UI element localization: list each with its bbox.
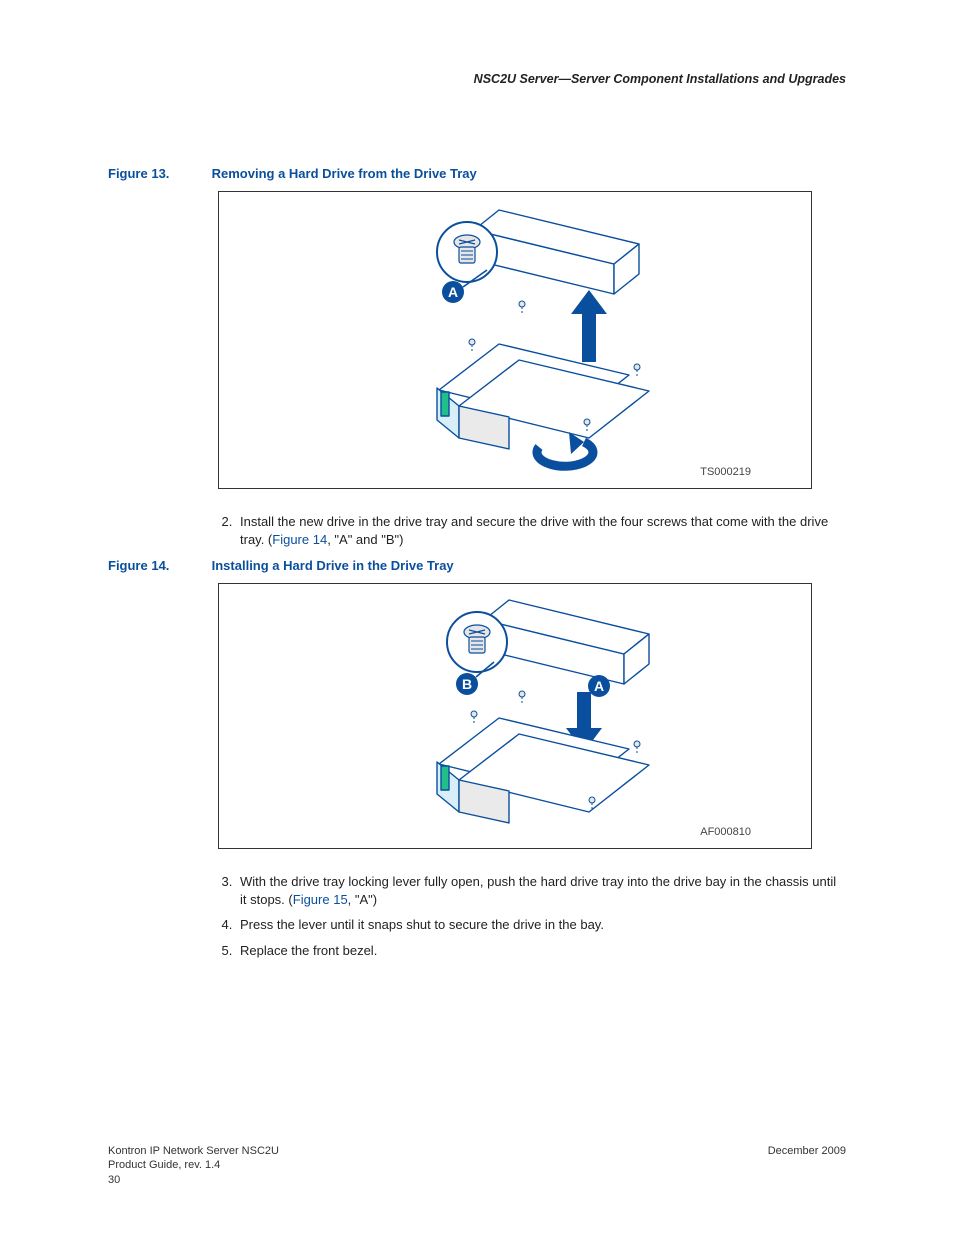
running-header: NSC2U Server—Server Component Installati… (108, 72, 846, 86)
step-3-text-b: , "A") (348, 892, 377, 907)
figure-14-number: Figure 14. (108, 558, 208, 573)
figure-14-frame: B A (218, 583, 812, 849)
footer-date: December 2009 (768, 1144, 846, 1158)
figure-14-diagram: B A (219, 584, 813, 848)
figure-13-caption: Figure 13. Removing a Hard Drive from th… (108, 166, 846, 181)
figure-13-frame: A (218, 191, 812, 489)
step-2: Install the new drive in the drive tray … (236, 513, 846, 548)
figure-14-caption: Figure 14. Installing a Hard Drive in th… (108, 558, 846, 573)
figure-14-link[interactable]: Figure 14 (272, 532, 327, 547)
footer-page: 30 (108, 1174, 120, 1186)
figure-13-code: TS000219 (700, 466, 751, 478)
figure-14-title: Installing a Hard Drive in the Drive Tra… (212, 558, 454, 573)
screw-detail-icon (437, 222, 497, 282)
step-5: Replace the front bezel. (236, 942, 846, 960)
step-2-text-b: , "A" and "B") (327, 532, 403, 547)
step-list-a: Install the new drive in the drive tray … (218, 513, 846, 548)
figure-13-number: Figure 13. (108, 166, 208, 181)
step-list-b: With the drive tray locking lever fully … (218, 873, 846, 959)
figure-13-title: Removing a Hard Drive from the Drive Tra… (212, 166, 477, 181)
figure-13-callout-a: A (448, 284, 458, 300)
footer-line2: Product Guide, rev. 1.4 (108, 1159, 220, 1171)
figure-14-callout-a: A (594, 678, 604, 694)
arrow-up-icon (571, 290, 607, 362)
figure-14-code: AF000810 (700, 826, 751, 838)
step-4: Press the lever until it snaps shut to s… (236, 916, 846, 934)
footer-line1: Kontron IP Network Server NSC2U (108, 1145, 279, 1157)
figure-15-link[interactable]: Figure 15 (293, 892, 348, 907)
page-footer: December 2009 Kontron IP Network Server … (108, 1144, 846, 1187)
step-3: With the drive tray locking lever fully … (236, 873, 846, 908)
figure-13-diagram: A (219, 192, 813, 488)
figure-14-callout-b: B (462, 676, 472, 692)
screw-detail-icon (447, 612, 507, 672)
